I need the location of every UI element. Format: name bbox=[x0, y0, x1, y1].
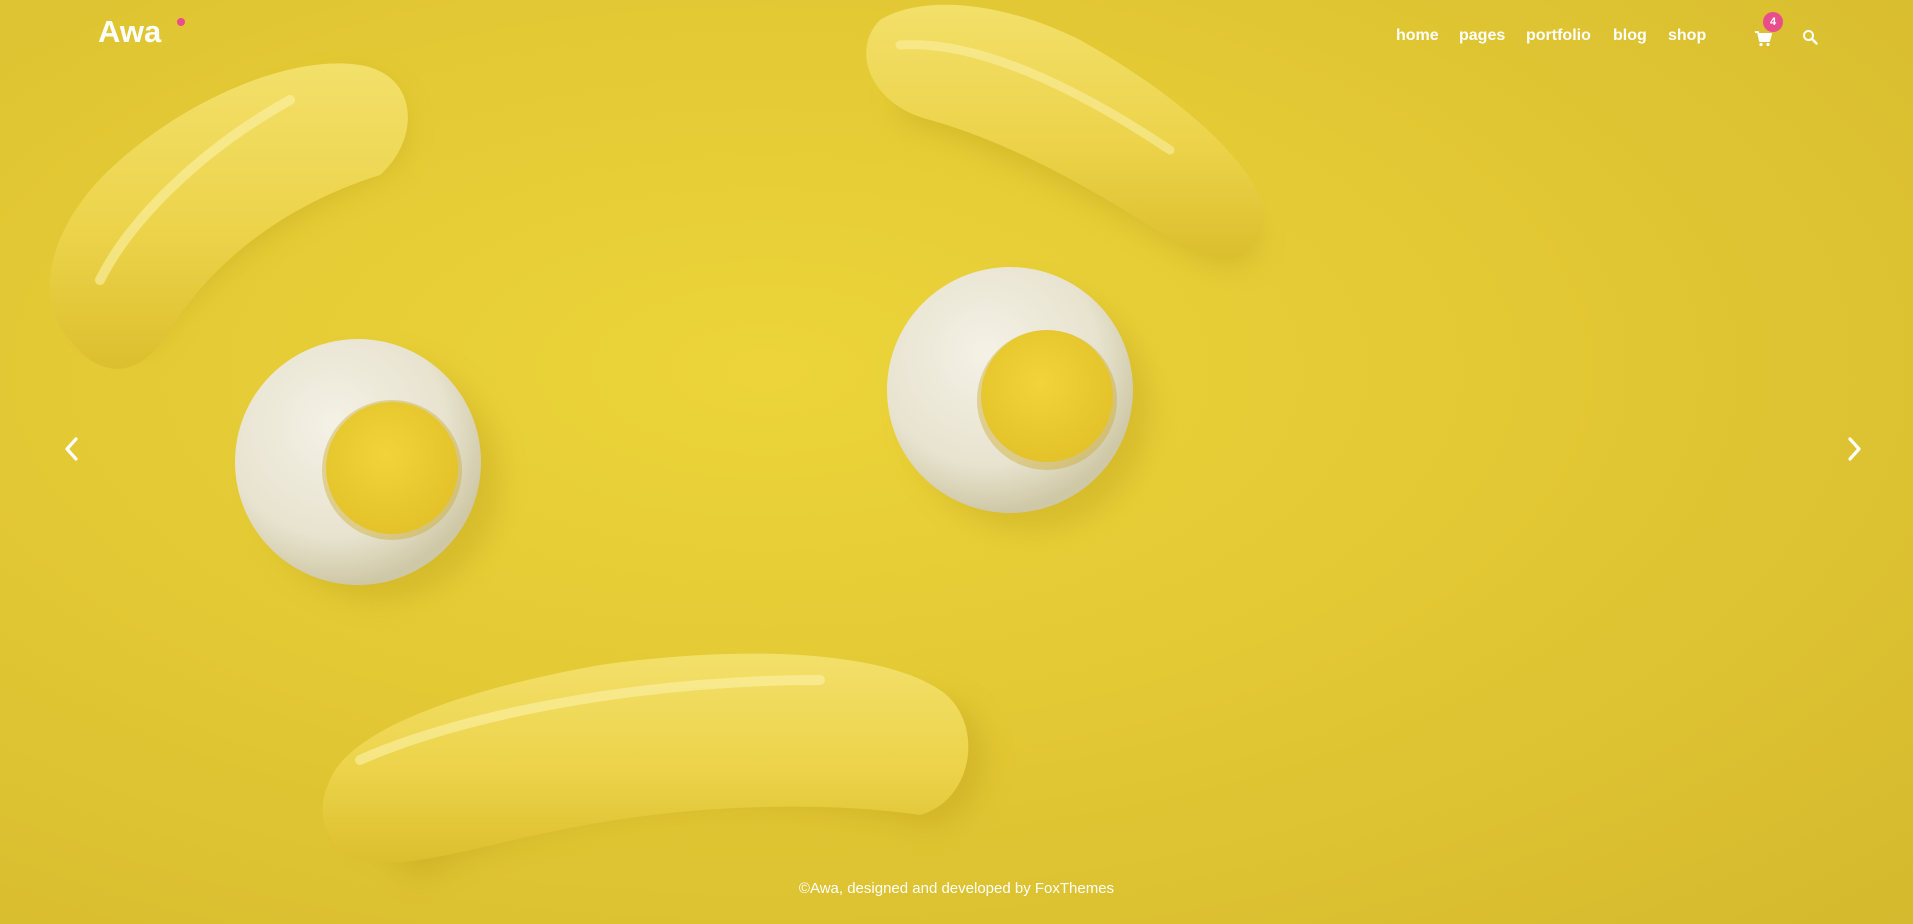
nav-blog[interactable]: blog bbox=[1613, 27, 1647, 45]
nav-portfolio[interactable]: portfolio bbox=[1526, 27, 1591, 45]
nav-home[interactable]: home bbox=[1396, 27, 1439, 45]
footer-credit: ©Awa, designed and developed by FoxTheme… bbox=[798, 880, 1115, 897]
logo-dot bbox=[177, 18, 185, 26]
eyebrow-left-shape bbox=[49, 63, 408, 369]
site-header: Awa home pages portfolio blog shop 4 bbox=[0, 0, 1913, 74]
nav-pages[interactable]: pages bbox=[1459, 27, 1505, 45]
cart-icon[interactable] bbox=[1754, 29, 1772, 47]
eye-right-yolk bbox=[981, 330, 1113, 462]
hero-slider: Awa home pages portfolio blog shop 4 ©Aw… bbox=[0, 0, 1913, 924]
nav-shop[interactable]: shop bbox=[1668, 27, 1706, 45]
eye-left-yolk bbox=[326, 402, 458, 534]
chevron-left-icon[interactable] bbox=[60, 434, 84, 464]
search-icon[interactable] bbox=[1802, 29, 1818, 45]
mouth-shape bbox=[322, 653, 969, 863]
cart-count-badge: 4 bbox=[1763, 12, 1783, 32]
site-logo[interactable]: Awa bbox=[98, 14, 161, 50]
chevron-right-icon[interactable] bbox=[1842, 434, 1866, 464]
hero-image bbox=[49, 4, 1265, 880]
